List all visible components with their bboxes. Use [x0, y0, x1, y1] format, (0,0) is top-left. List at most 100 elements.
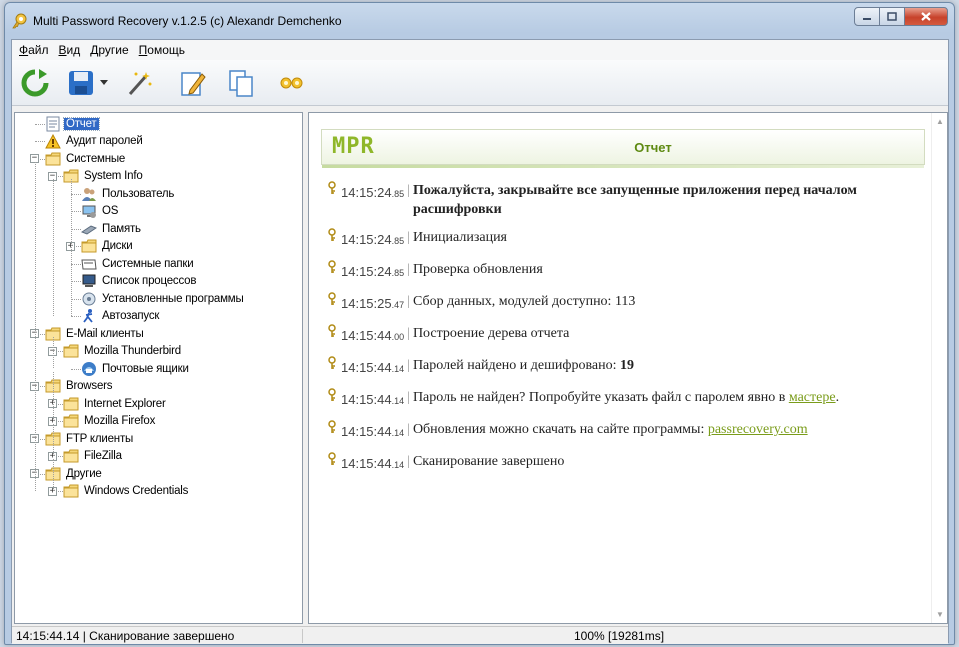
menu-item-2[interactable]: Другие [87, 43, 135, 57]
log-time: 14:15:44.14 [341, 392, 405, 407]
tree-item[interactable]: Системные [45, 150, 127, 167]
tree-item-label: Системные папки [102, 257, 194, 270]
log-entry: 14:15:24.85 | Пожалуйста, закрывайте все з… [327, 181, 917, 219]
wand-icon [128, 72, 152, 95]
title-bar[interactable]: Multi Password Recovery v.1.2.5 (c) Alex… [5, 3, 954, 37]
key-bullet-icon [327, 356, 341, 375]
autorun-icon [81, 308, 97, 324]
tree-connector [71, 228, 81, 230]
tree-item[interactable]: Mozilla Thunderbird [63, 343, 183, 360]
tree-item[interactable]: FileZilla [63, 448, 124, 465]
tree-item-label: Browsers [66, 380, 113, 392]
log-link[interactable]: passrecovery.com [708, 422, 808, 437]
settings-icon [280, 77, 303, 89]
tree-item[interactable]: Системные папки [81, 255, 195, 272]
wizard-button[interactable] [122, 66, 156, 100]
tree-item[interactable]: Диски [81, 238, 134, 255]
tree-connector [71, 193, 81, 195]
maximize-icon [887, 12, 897, 21]
tree-item[interactable]: Аудит паролей [45, 133, 145, 150]
log-time: 14:15:24.85 [341, 232, 405, 247]
navigation-tree[interactable]: Отчет Аудит паролей Системные − System Info −… [14, 112, 303, 624]
tree-guide [53, 459, 54, 491]
tree-item[interactable]: FTP клиенты [45, 430, 135, 447]
key-bullet-icon [327, 420, 341, 439]
tree-connector [71, 211, 81, 212]
tree-guide [53, 371, 54, 421]
report-pane[interactable]: MPR Отчет 14:15:24.85 | Пожалуйста, закрыв… [308, 112, 948, 624]
log-message: Сканирование завершено [412, 454, 565, 469]
tree-item-label: Mozilla Firefox [84, 415, 156, 427]
tree-item[interactable]: Список процессов [81, 273, 198, 290]
tree-item[interactable]: Windows Credentials [63, 483, 190, 500]
key-bullet-icon [327, 260, 341, 279]
settings-button[interactable] [274, 66, 308, 100]
tree-guide [53, 336, 54, 368]
log-time: 14:15:24.85 [341, 185, 405, 200]
log-time: 14:15:25.47 [341, 296, 405, 311]
key-bullet-icon [327, 452, 341, 471]
save-icon [69, 71, 93, 95]
scroll-up-icon[interactable]: ▲ [936, 117, 944, 126]
tree-item[interactable]: Память [81, 220, 143, 237]
log-time: 14:15:24.85 [341, 264, 405, 279]
warning-icon [45, 133, 61, 149]
log-link[interactable]: мастере [789, 390, 836, 405]
close-button[interactable] [904, 7, 948, 26]
tree-item-label: Память [102, 222, 141, 235]
tree-item-label: Почтовые ящики [102, 362, 189, 375]
tree-item[interactable]: Internet Explorer [63, 395, 168, 412]
maximize-button[interactable] [879, 7, 905, 26]
report-scrollbar[interactable]: ▲ ▼ [931, 113, 947, 623]
tree-item[interactable]: Отчет [45, 115, 100, 132]
key-bullet-icon [327, 388, 341, 407]
edit-button[interactable] [176, 66, 210, 100]
tree-item[interactable]: OS [81, 203, 120, 220]
report-log: 14:15:24.85 | Пожалуйста, закрывайте все з… [327, 181, 917, 484]
minimize-button[interactable] [854, 7, 880, 26]
log-separator: | [407, 454, 410, 469]
tree-item-label: Internet Explorer [84, 397, 166, 410]
log-entry: 14:15:24.85 | Проверка обновления [327, 260, 917, 283]
tree-item[interactable]: Mozilla Firefox [63, 413, 157, 430]
log-separator: | [407, 422, 410, 437]
tree-item-label: Windows Credentials [84, 485, 189, 497]
tree-item-label: Автозапуск [102, 310, 160, 322]
log-time: 14:15:44.14 [341, 456, 405, 471]
tree-item[interactable]: E-Mail клиенты [45, 325, 146, 342]
log-separator: | [407, 390, 410, 405]
refresh-button[interactable] [18, 66, 52, 100]
tree-item[interactable]: Browsers [45, 378, 114, 395]
menu-item-0[interactable]: Файл [16, 43, 56, 57]
tree-guide [53, 179, 54, 316]
minimize-icon [863, 17, 871, 20]
app-key-icon [11, 12, 29, 30]
window-title: Multi Password Recovery v.1.2.5 (c) Alex… [33, 14, 342, 28]
log-separator: | [407, 358, 410, 373]
tree-item[interactable]: Пользователь [81, 185, 176, 202]
folder-icon [63, 413, 79, 429]
log-separator: | [407, 183, 410, 198]
tree-item[interactable]: Автозапуск [81, 308, 161, 325]
log-entry: 14:15:44.14 | Сканирование завершено [327, 452, 917, 475]
menu-item-1[interactable]: Вид [56, 43, 88, 57]
scroll-down-icon[interactable]: ▼ [936, 610, 944, 619]
log-message: Сбор данных, модулей доступно: 113 [412, 294, 636, 309]
toolbar [12, 60, 948, 106]
log-separator: | [407, 230, 410, 245]
system-folder-icon [81, 256, 97, 272]
log-entry: 14:15:44.14 | Обновления можно скачать на … [327, 420, 917, 443]
tree-item[interactable]: Установленные программы [81, 290, 246, 307]
log-entry: 14:15:44.14 | Пароль не найден? Попробуйте… [327, 388, 917, 411]
status-divider [302, 629, 303, 643]
save-dropdown-button[interactable] [96, 66, 112, 100]
memory-icon [81, 221, 97, 237]
users-icon [81, 186, 97, 202]
tree-item[interactable]: System Info [63, 168, 145, 185]
copy-button[interactable] [224, 66, 258, 100]
menu-item-3[interactable]: Помощь [136, 43, 192, 57]
save-button[interactable] [64, 66, 98, 100]
folder-icon [63, 483, 79, 499]
log-message: Пароль не найден? Попробуйте указать фай… [412, 390, 840, 405]
tree-item[interactable]: Почтовые ящики [81, 360, 191, 377]
